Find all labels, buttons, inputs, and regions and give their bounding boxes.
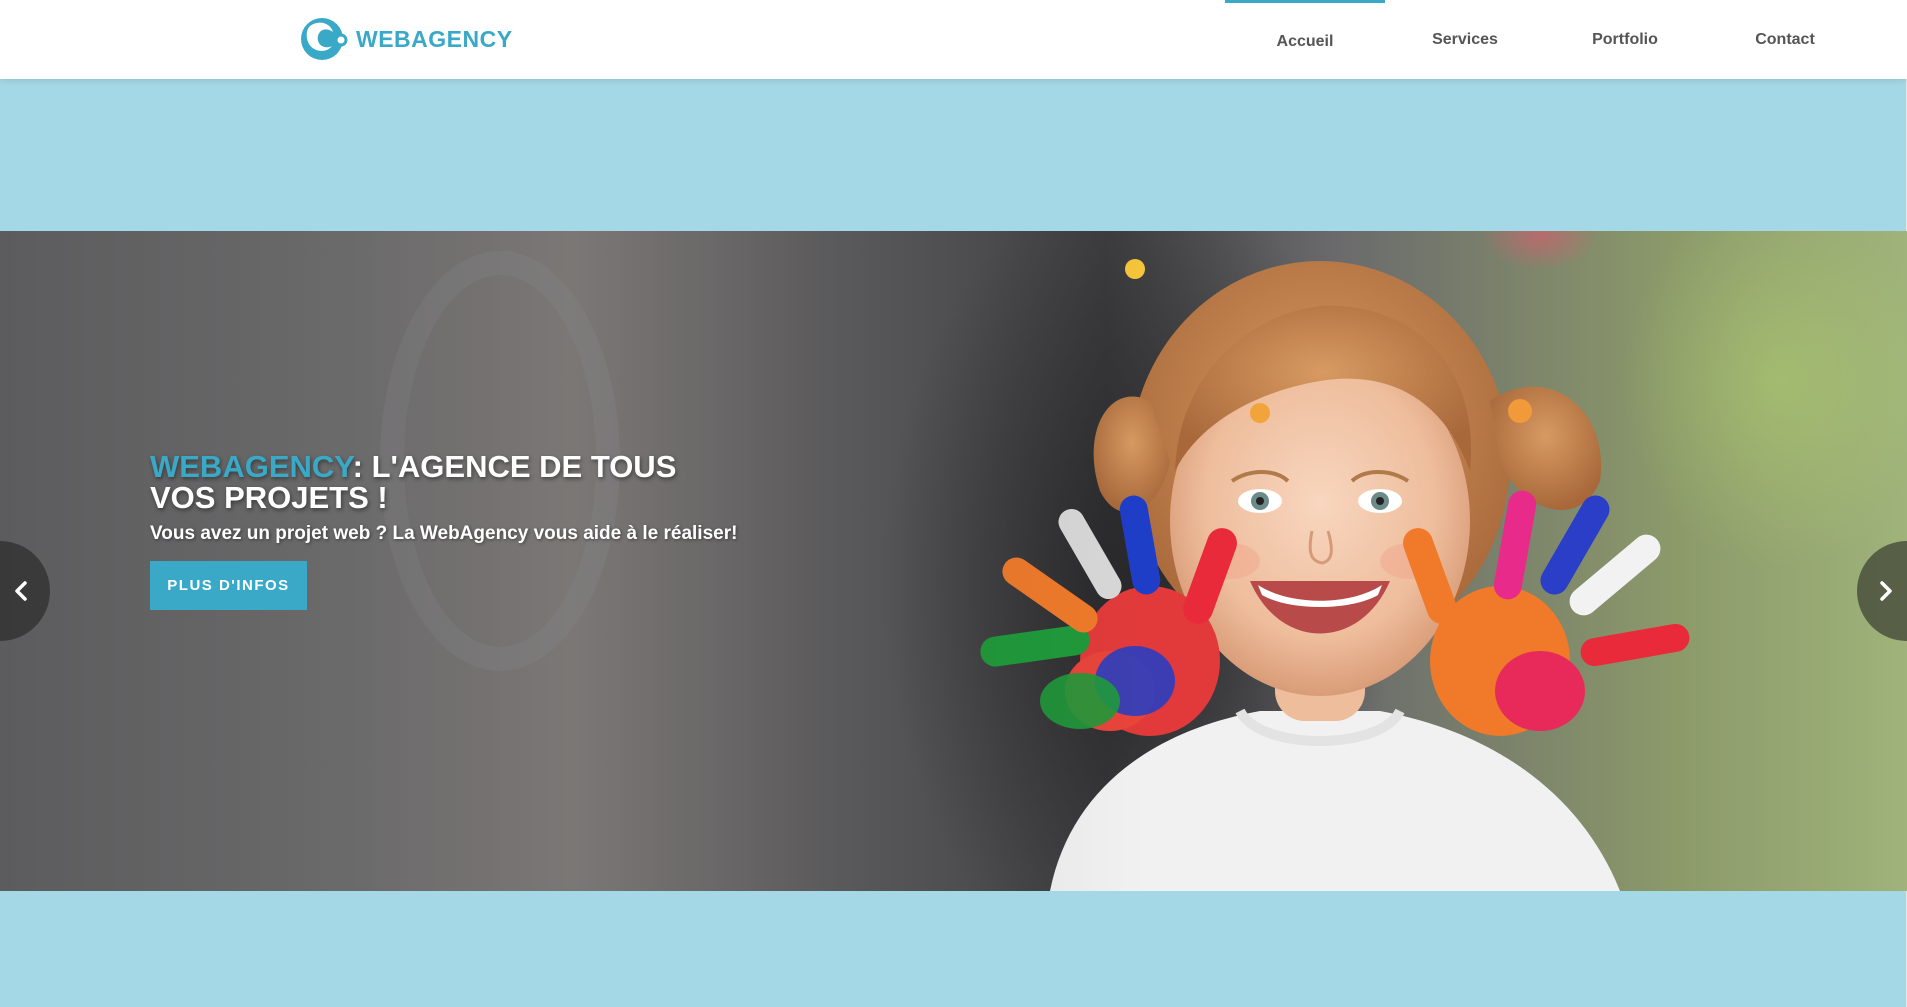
hero-subtitle: Vous avez un projet web ? La WebAgency v…: [150, 523, 738, 544]
page: WEBAGENCY Accueil Services Portfolio Con…: [0, 0, 1907, 1007]
hero-title-line2: VOS PROJETS !: [150, 480, 388, 515]
logo-text: WEBAGENCY: [356, 25, 513, 52]
more-info-button[interactable]: PLUS D'INFOS: [150, 561, 307, 610]
hero-title-line1: : L'AGENCE DE TOUS: [352, 449, 677, 484]
hero-title-brand: WEBAGENCY: [150, 449, 353, 484]
chevron-left-icon: [15, 581, 27, 601]
hero-slider: WEBAGENCY: L'AGENCE DE TOUS VOS PROJETS …: [0, 231, 1907, 891]
chevron-right-icon: [1880, 581, 1892, 601]
nav-item-accueil[interactable]: Accueil: [1225, 0, 1385, 79]
logo-icon: [301, 18, 348, 60]
nav-item-contact[interactable]: Contact: [1705, 0, 1865, 79]
nav-item-services[interactable]: Services: [1385, 0, 1545, 79]
logo[interactable]: WEBAGENCY: [300, 16, 513, 62]
hero-content: WEBAGENCY: L'AGENCE DE TOUS VOS PROJETS …: [150, 451, 770, 610]
hero-title: WEBAGENCY: L'AGENCE DE TOUS VOS PROJETS …: [150, 451, 770, 513]
nav-item-portfolio[interactable]: Portfolio: [1545, 0, 1705, 79]
main-nav: Accueil Services Portfolio Contact: [1225, 0, 1865, 79]
site-header: WEBAGENCY Accueil Services Portfolio Con…: [0, 0, 1907, 79]
